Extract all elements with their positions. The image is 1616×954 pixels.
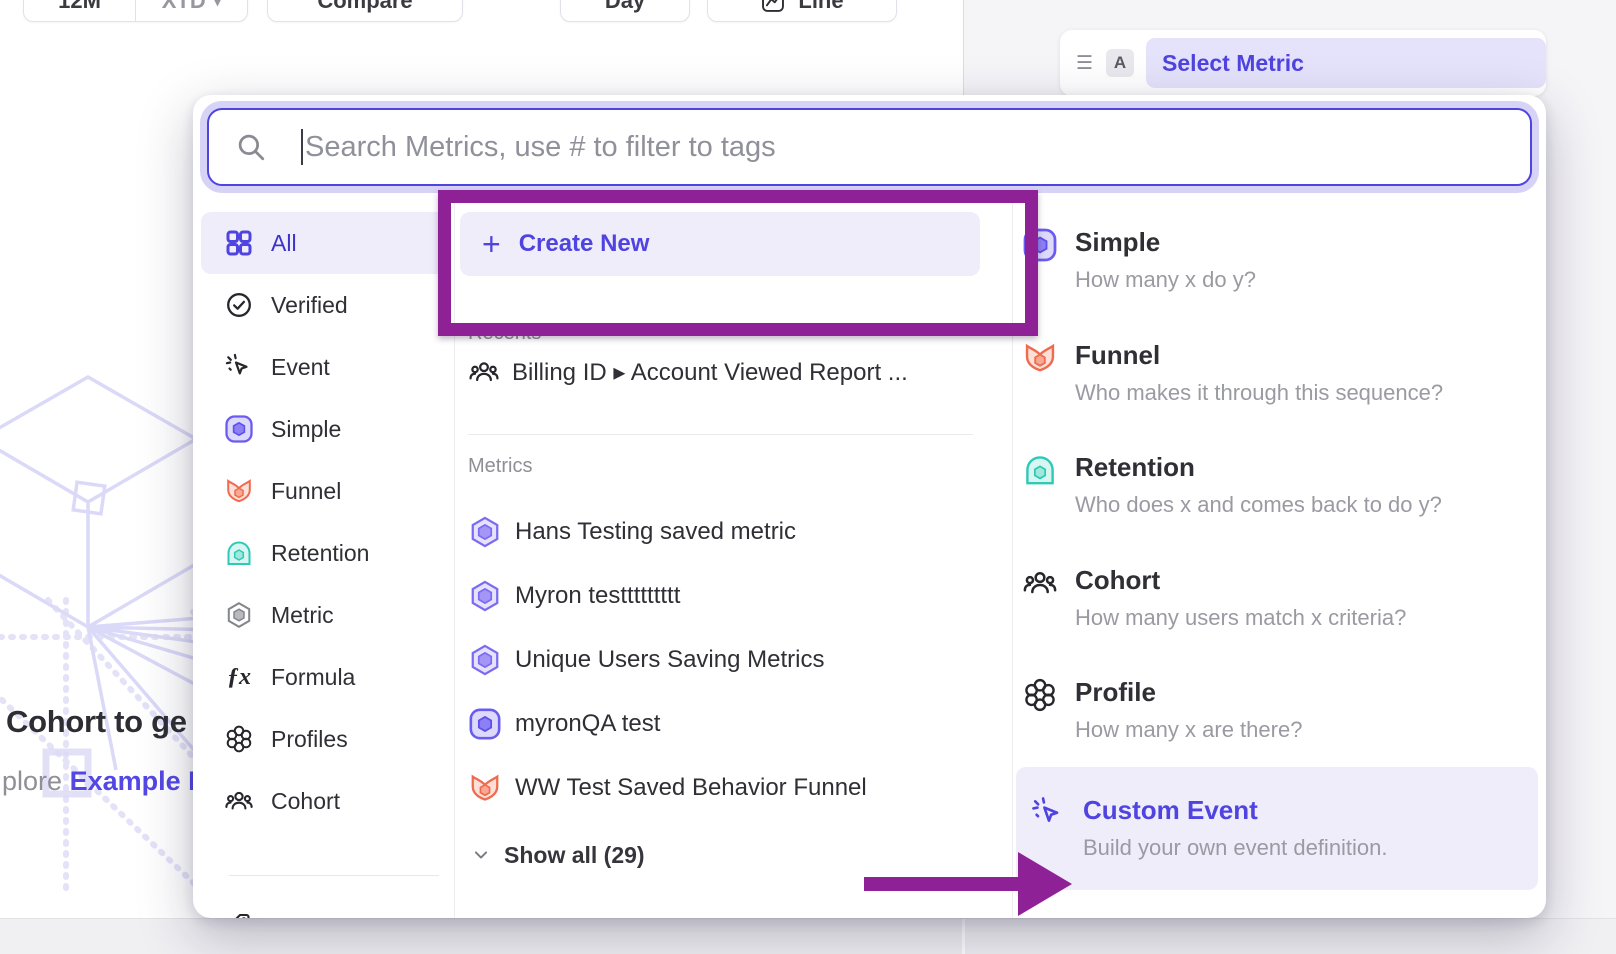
tag-icon [223, 910, 255, 918]
sidebar-item-metric[interactable]: Metric [201, 584, 446, 646]
interval-day-button[interactable]: Day [560, 0, 690, 22]
bottom-strip-divider [962, 919, 965, 954]
chevron-down-icon: ▾ [214, 0, 222, 10]
text-caret [301, 129, 303, 165]
sidebar-item-event[interactable]: Event [201, 336, 446, 398]
funnel-icon [1022, 340, 1058, 376]
subtext-fragment: plore [2, 766, 62, 796]
metric-list-item[interactable]: Hans Testing saved metric [468, 500, 973, 564]
search-icon [235, 131, 267, 163]
chart-type-line-button[interactable]: Line [707, 0, 897, 22]
app-canvas: Cohort to ge plore Example R 12M XTD▾ Co… [0, 0, 1616, 954]
date-range-button-group: 12M XTD▾ [23, 0, 248, 22]
sidebar-item-all[interactable]: All [201, 212, 446, 274]
metric-slot-card: ☰ A Select Metric [1060, 30, 1546, 96]
range-xtd-button[interactable]: XTD▾ [135, 0, 247, 21]
cohort-people-icon [223, 785, 255, 817]
line-chart-icon [760, 0, 786, 14]
empty-state-subtext: plore Example R [2, 766, 208, 797]
grid-icon [223, 227, 255, 259]
type-cohort[interactable]: Cohort How many users match x criteria? [1022, 563, 1538, 633]
type-profile[interactable]: Profile How many x are there? [1022, 675, 1538, 745]
type-funnel[interactable]: Funnel Who makes it through this sequenc… [1022, 338, 1538, 408]
metrics-header: Metrics [468, 455, 532, 478]
custom-event-cursor-icon [1030, 795, 1066, 831]
sidebar-item-formula[interactable]: ƒx Formula [201, 646, 446, 708]
saved-metric-icon [468, 579, 502, 613]
sidebar-item-simple[interactable]: Simple [201, 398, 446, 460]
cohort-people-icon [468, 356, 500, 388]
sidebar-item-cohort[interactable]: Cohort [201, 770, 446, 832]
sidebar-divider [229, 875, 439, 876]
select-metric-chip[interactable]: Select Metric [1146, 38, 1546, 88]
recent-item[interactable]: Billing ID ▸ Account Viewed Report ... [468, 345, 973, 399]
show-all-toggle[interactable]: Show all (29) [470, 835, 645, 875]
recents-metrics-divider [468, 434, 973, 435]
sidebar-item-funnel[interactable]: Funnel [201, 460, 446, 522]
profiles-cluster-icon [223, 723, 255, 755]
example-link[interactable]: Example R [70, 766, 208, 796]
saved-metric-icon [468, 515, 502, 549]
series-badge: A [1106, 49, 1134, 77]
annotation-arrow [860, 851, 1074, 917]
search-input[interactable] [305, 112, 1530, 182]
type-retention[interactable]: Retention Who does x and comes back to d… [1022, 450, 1538, 520]
retention-icon [1022, 452, 1058, 488]
metric-list-item[interactable]: WW Test Saved Behavior Funnel [468, 756, 973, 820]
metric-list-item[interactable]: myronQA test [468, 692, 973, 756]
range-12m-button[interactable]: 12M [24, 0, 135, 21]
metric-list-item[interactable]: Unique Users Saving Metrics [468, 628, 973, 692]
drag-handle-icon[interactable]: ☰ [1076, 52, 1092, 75]
event-cursor-icon [223, 351, 255, 383]
simple-metric-icon [468, 707, 502, 741]
metric-hexagon-icon [223, 599, 255, 631]
sidebar-item-tags-partial[interactable]: T [201, 895, 446, 918]
verified-badge-icon [223, 289, 255, 321]
type-simple[interactable]: Simple How many x do y? [1022, 225, 1538, 295]
compare-button[interactable]: Compare [267, 0, 463, 22]
bottom-background-strip [0, 918, 1616, 954]
sidebar-item-verified[interactable]: Verified [201, 274, 446, 336]
retention-icon [223, 537, 255, 569]
saved-metric-icon [468, 643, 502, 677]
funnel-icon [468, 771, 502, 805]
metric-list-item[interactable]: Myron testtttttttt [468, 564, 973, 628]
type-custom-event[interactable]: Custom Event Build your own event defini… [1016, 767, 1538, 890]
formula-fx-icon: ƒx [223, 661, 255, 693]
profiles-cluster-icon [1022, 677, 1058, 713]
sidebar-item-profiles[interactable]: Profiles [201, 708, 446, 770]
empty-state-heading: Cohort to ge [6, 704, 187, 740]
search-bar[interactable] [207, 108, 1532, 186]
sidebar-item-retention[interactable]: Retention [201, 522, 446, 584]
cohort-people-icon [1022, 565, 1058, 601]
annotation-highlight-box [438, 190, 1038, 336]
simple-metric-icon [223, 413, 255, 445]
funnel-icon [223, 475, 255, 507]
chevron-down-icon [470, 844, 492, 866]
